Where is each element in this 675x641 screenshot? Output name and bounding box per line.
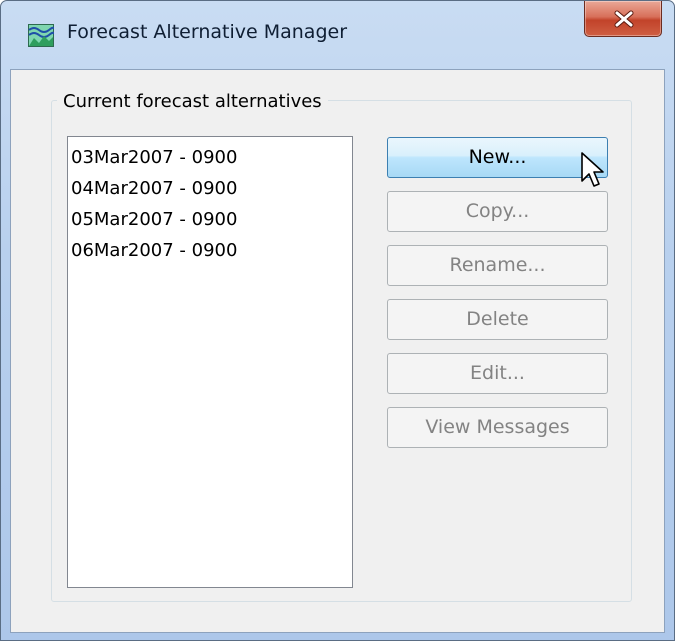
close-button[interactable] [584,1,662,37]
title-bar[interactable]: Forecast Alternative Manager [1,1,674,69]
list-item[interactable]: 06Mar2007 - 0900 [68,235,352,266]
mouse-pointer-icon [581,152,604,187]
groupbox-label: Current forecast alternatives [57,91,328,112]
dialog-body: Current forecast alternatives 03Mar2007 … [10,69,665,633]
new-button[interactable]: New... [387,137,608,178]
view-messages-button[interactable]: View Messages [387,407,608,448]
list-item[interactable]: 05Mar2007 - 0900 [68,204,352,235]
edit-button[interactable]: Edit... [387,353,608,394]
copy-button[interactable]: Copy... [387,191,608,232]
forecast-alternative-manager-window: Forecast Alternative Manager Current for… [0,0,675,641]
close-icon [614,10,634,28]
delete-button[interactable]: Delete [387,299,608,340]
list-item[interactable]: 03Mar2007 - 0900 [68,142,352,173]
rename-button[interactable]: Rename... [387,245,608,286]
list-item[interactable]: 04Mar2007 - 0900 [68,173,352,204]
forecast-app-icon [28,24,55,47]
window-title: Forecast Alternative Manager [67,21,347,43]
alternatives-listbox[interactable]: 03Mar2007 - 0900 04Mar2007 - 0900 05Mar2… [67,136,353,588]
